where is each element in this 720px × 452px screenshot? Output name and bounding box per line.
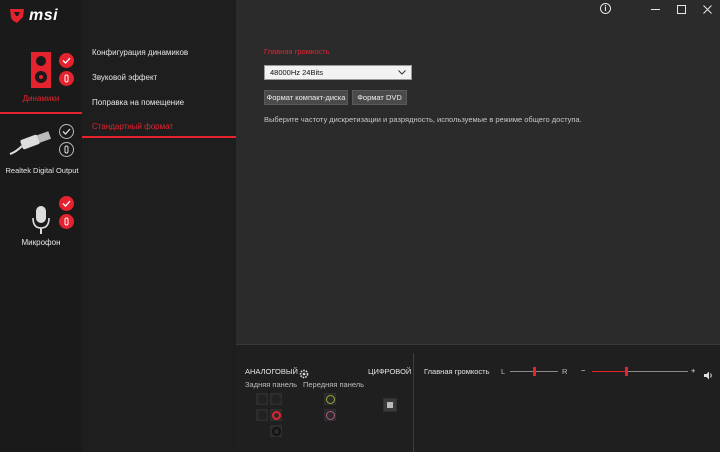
- default-comm-device-icon[interactable]: [59, 71, 74, 86]
- volume-plus-label[interactable]: +: [691, 366, 695, 375]
- default-device-check-icon[interactable]: [59, 53, 74, 68]
- select-value: 48000Hz 24Bits: [270, 68, 323, 77]
- rear-panel-label: Задняя панель: [245, 380, 298, 389]
- gear-icon[interactable]: [299, 366, 309, 379]
- dragon-shield-icon: [10, 9, 24, 23]
- brand-text: msi: [29, 7, 59, 24]
- optical-cable-icon: [9, 131, 52, 155]
- speaker-icon: [31, 52, 51, 88]
- main-panel: Главная громкость 48000Hz 24Bits Формат …: [236, 0, 720, 344]
- volume-slider-thumb[interactable]: [625, 367, 629, 376]
- format-hint-text: Выберите частоту дискретизации и разрядн…: [264, 115, 582, 124]
- cd-format-button[interactable]: Формат компакт-диска: [264, 90, 348, 105]
- front-jack-mic[interactable]: [324, 409, 336, 421]
- bottom-panel: АНАЛОГОВЫЙ ЦИФРОВОЙ Задняя панель Передн…: [236, 344, 720, 452]
- bottom-divider: [413, 353, 414, 452]
- volume-slider-fill: [592, 371, 627, 372]
- nav-item-speaker-config[interactable]: Конфигурация динамиков: [92, 48, 188, 57]
- device-digital-output[interactable]: Realtek Digital Output: [0, 122, 82, 180]
- rear-jack[interactable]: [270, 425, 282, 437]
- microphone-icon: [32, 206, 50, 234]
- nav-item-default-format[interactable]: Стандартный формат: [92, 122, 173, 131]
- nav-item-sound-effect[interactable]: Звуковой эффект: [92, 73, 157, 82]
- dvd-format-button[interactable]: Формат DVD: [352, 90, 407, 105]
- nav-item-room-correction[interactable]: Поправка на помещение: [92, 98, 184, 107]
- section-title: Главная громкость: [264, 47, 330, 56]
- default-comm-device-icon[interactable]: [59, 214, 74, 229]
- rear-jack[interactable]: [256, 393, 268, 405]
- device-label: Динамики: [22, 94, 60, 103]
- analog-label: АНАЛОГОВЫЙ: [245, 367, 298, 376]
- minimize-icon[interactable]: [648, 2, 662, 16]
- front-jack-headphone[interactable]: [324, 393, 336, 405]
- msi-logo: msi: [8, 6, 58, 26]
- master-volume-label: Главная громкость: [424, 367, 490, 376]
- balance-slider-thumb[interactable]: [532, 367, 536, 376]
- volume-minus-label[interactable]: −: [581, 366, 585, 375]
- active-device-indicator: [0, 112, 82, 114]
- rear-jack-active[interactable]: [270, 409, 282, 421]
- audio-app-window: msi Динамики Realtek Digital Output Микр…: [0, 0, 720, 452]
- sample-rate-select[interactable]: 48000Hz 24Bits: [264, 65, 412, 80]
- default-device-check-icon[interactable]: [59, 124, 74, 139]
- balance-left-label: L: [501, 367, 506, 376]
- balance-right-label: R: [562, 367, 568, 376]
- close-icon[interactable]: [700, 2, 714, 16]
- default-comm-device-icon[interactable]: [59, 142, 74, 157]
- optical-port-icon[interactable]: [383, 398, 397, 412]
- device-label: Микрофон: [21, 238, 61, 247]
- digital-label: ЦИФРОВОЙ: [368, 367, 412, 376]
- settings-nav: Конфигурация динамиков Звуковой эффект П…: [82, 0, 236, 452]
- info-icon[interactable]: i: [600, 3, 611, 14]
- maximize-icon[interactable]: [674, 2, 688, 16]
- device-microphone[interactable]: Микрофон: [0, 194, 82, 250]
- default-device-check-icon[interactable]: [59, 196, 74, 211]
- speaker-volume-icon[interactable]: [704, 367, 714, 385]
- device-speakers[interactable]: Динамики: [0, 50, 82, 112]
- chevron-down-icon: [398, 70, 406, 75]
- rear-jack[interactable]: [270, 393, 282, 405]
- rear-jack[interactable]: [256, 409, 268, 421]
- device-label: Realtek Digital Output: [5, 166, 79, 175]
- front-panel-label: Передняя панель: [303, 380, 365, 389]
- device-sidebar: msi Динамики Realtek Digital Output Микр…: [0, 0, 82, 452]
- active-nav-underline: [82, 136, 236, 138]
